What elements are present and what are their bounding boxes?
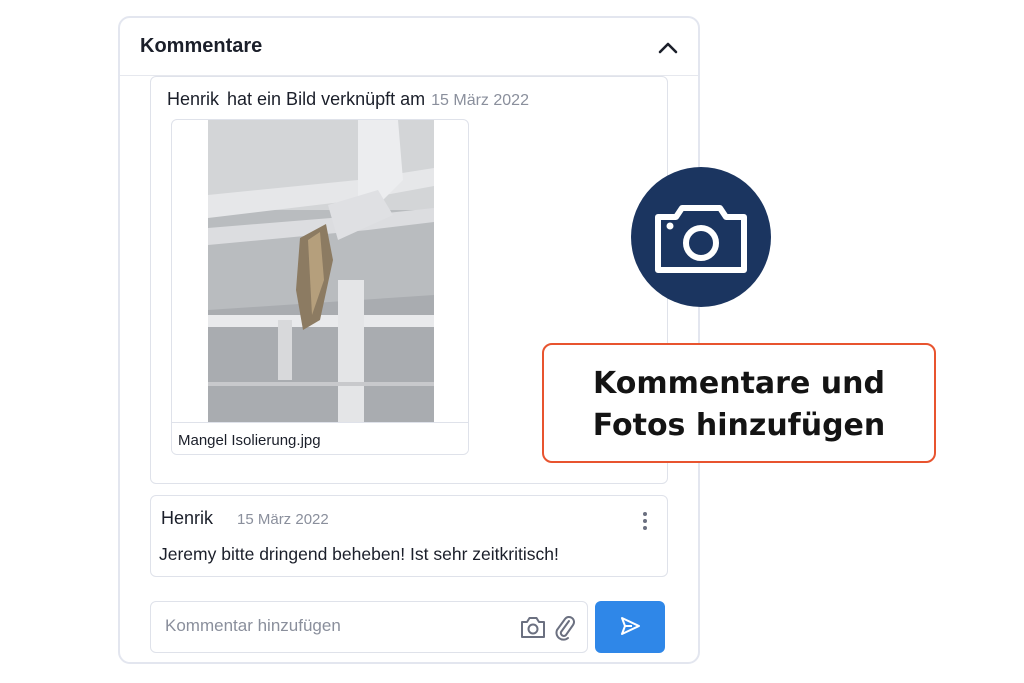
activity-user: Henrik [167,89,220,109]
feature-callout: Kommentare und Fotos hinzufügen [542,343,936,463]
more-vertical-icon [637,512,653,530]
activity-line: Henrik hat ein Bild verknüpft am 15 März 2… [167,89,529,110]
comment-more-button[interactable] [637,510,653,532]
callout-text: Kommentare und Fotos hinzufügen [544,363,934,447]
activity-date: 15 März 2022 [431,92,529,109]
comment-text: Jeremy bitte dringend beheben! Ist sehr … [159,544,559,565]
image-attachment[interactable]: Mangel Isolierung.jpg [171,119,469,455]
callout-line-2: Fotos hinzufügen [592,408,886,443]
paperclip-icon[interactable] [553,613,575,641]
activity-action: hat ein Bild verknüpft am [227,89,426,109]
comment-user: Henrik [161,508,214,528]
camera-icon [655,205,747,273]
camera-icon[interactable] [519,614,547,640]
camera-badge [631,167,771,307]
collapse-button[interactable] [654,34,682,62]
panel-header: Kommentare [120,18,698,76]
attachment-thumbnail [208,120,434,422]
send-icon [621,616,640,635]
comment-input[interactable] [151,602,529,650]
chevron-up-icon [658,42,678,54]
comment-entry: Henrik 15 März 2022 Jeremy bitte dringen… [150,495,668,577]
comment-date: 15 März 2022 [237,511,329,528]
callout-line-1: Kommentare und [593,366,885,401]
attachment-filename: Mangel Isolierung.jpg [172,422,468,454]
comment-composer [150,601,588,653]
panel-title: Kommentare [140,35,263,57]
comments-panel: Kommentare Henrik hat ein Bild verknüpft … [118,16,700,664]
send-button[interactable] [595,601,665,653]
comment-mention: Jeremy [159,544,217,564]
comment-body: bitte dringend beheben! Ist sehr zeitkri… [221,544,559,564]
